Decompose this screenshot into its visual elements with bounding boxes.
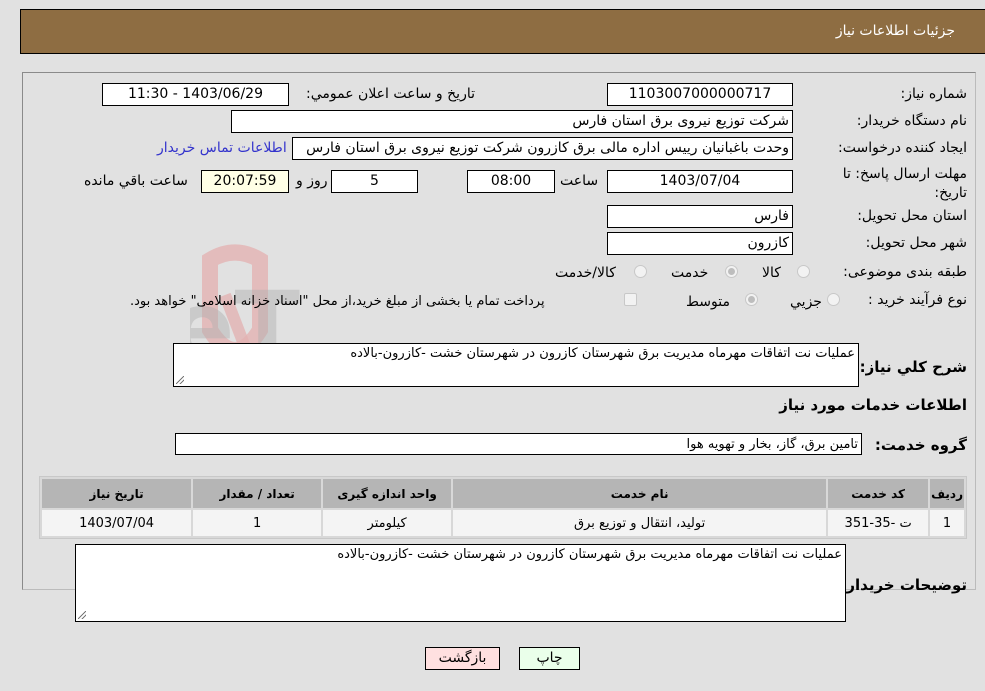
deadline-time-label: ساعت [560, 173, 599, 189]
cell-unit: کیلومتر [323, 510, 452, 536]
province-field[interactable]: فارس [607, 205, 793, 228]
category-radio-goods[interactable] [797, 265, 810, 278]
deadline-date-field[interactable]: 1403/07/04 [607, 170, 793, 193]
buyer-org-field[interactable]: شرکت توزیع نیروی برق استان فارس [231, 110, 793, 133]
category-option-goods: کالا [762, 265, 781, 281]
need-number-label: شماره نیاز: [900, 86, 968, 102]
services-table-header: رديف کد خدمت نام خدمت واحد اندازه گيری ت… [42, 479, 964, 508]
need-number-field[interactable]: 1103007000000717 [607, 83, 793, 106]
buyer-contact-link[interactable]: اطلاعات تماس خریدار [157, 140, 287, 156]
buyer-notes-label: توضیحات خریدار: [840, 576, 967, 594]
deadline-label: مهلت ارسال پاسخ: تا تاریخ: [842, 166, 967, 201]
col-header-service-name: نام خدمت [453, 479, 827, 508]
resize-grip-icon[interactable] [78, 611, 86, 619]
category-option-service: خدمت [671, 265, 709, 281]
cell-need-date: 1403/07/04 [42, 510, 192, 536]
resize-grip-icon[interactable] [176, 376, 184, 384]
purchase-option-minor: جزيي [790, 294, 822, 310]
treasury-note: پرداخت تمام یا بخشی از مبلغ خرید،از محل … [130, 294, 545, 309]
purchase-option-medium: متوسط [686, 294, 730, 310]
remaining-time-field: 20:07:59 [201, 170, 289, 193]
col-header-quantity: تعداد / مقدار [193, 479, 322, 508]
remaining-days-field: 5 [331, 170, 418, 193]
cell-row-num: 1 [930, 510, 964, 536]
buyer-notes-text: عملیات نت اتفاقات مهرماه مدیریت برق شهرس… [337, 547, 842, 562]
buyer-org-label: نام دستگاه خريدار: [856, 113, 967, 129]
service-group-label: گروه خدمت: [874, 436, 967, 454]
service-group-field[interactable]: تامین برق، گاز، بخار و تهویه هوا [175, 433, 862, 455]
treasury-checkbox[interactable] [624, 293, 637, 306]
col-header-row-num: رديف [930, 479, 964, 508]
days-label: روز و [296, 173, 328, 189]
category-radio-goods-service[interactable] [634, 265, 647, 278]
purchase-type-label: نوع فرآیند خرید : [868, 292, 967, 308]
back-button[interactable]: بازگشت [425, 647, 500, 670]
city-field[interactable]: کازرون [607, 232, 793, 255]
cell-service-code: ت -35-351 [828, 510, 929, 536]
cell-quantity: 1 [193, 510, 322, 536]
services-section-title: اطلاعات خدمات مورد نياز [779, 396, 967, 414]
announce-datetime-label: تاریخ و ساعت اعلان عمومي: [306, 86, 475, 102]
announce-datetime-field[interactable]: 1403/06/29 - 11:30 [102, 83, 289, 106]
category-radio-service[interactable] [725, 265, 738, 278]
requester-field[interactable]: وحدت باغبانیان رییس اداره مالی برق کازرو… [292, 137, 793, 160]
cell-service-name: تولید، انتقال و توزیع برق [453, 510, 827, 536]
category-label: طبقه بندی موضوعی: [843, 264, 967, 280]
description-textarea[interactable]: عملیات نت اتفاقات مهرماه مدیریت برق شهرس… [173, 343, 859, 387]
province-label: استان محل تحویل: [857, 208, 967, 224]
page-title: جزئیات اطلاعات نیاز [835, 23, 955, 39]
requester-label: ایجاد کننده درخواست: [838, 140, 967, 156]
buyer-notes-textarea[interactable]: عملیات نت اتفاقات مهرماه مدیریت برق شهرس… [75, 544, 846, 622]
services-table: رديف کد خدمت نام خدمت واحد اندازه گيری ت… [39, 476, 967, 539]
page-header: جزئیات اطلاعات نیاز [20, 9, 985, 54]
city-label: شهر محل تحویل: [865, 235, 967, 251]
deadline-time-field[interactable]: 08:00 [467, 170, 555, 193]
table-row: 1 ت -35-351 تولید، انتقال و توزیع برق کی… [42, 510, 964, 536]
remaining-time-label: ساعت باقي مانده [84, 173, 188, 189]
col-header-service-code: کد خدمت [828, 479, 929, 508]
col-header-unit: واحد اندازه گيری [323, 479, 452, 508]
category-option-goods-service: کالا/خدمت [555, 265, 616, 281]
description-label: شرح کلي نياز: [859, 358, 967, 376]
col-header-need-date: تاریخ نیاز [42, 479, 192, 508]
purchase-radio-minor[interactable] [827, 293, 840, 306]
purchase-radio-medium[interactable] [745, 293, 758, 306]
print-button[interactable]: چاپ [519, 647, 580, 670]
description-text: عملیات نت اتفاقات مهرماه مدیریت برق شهرس… [350, 346, 855, 361]
